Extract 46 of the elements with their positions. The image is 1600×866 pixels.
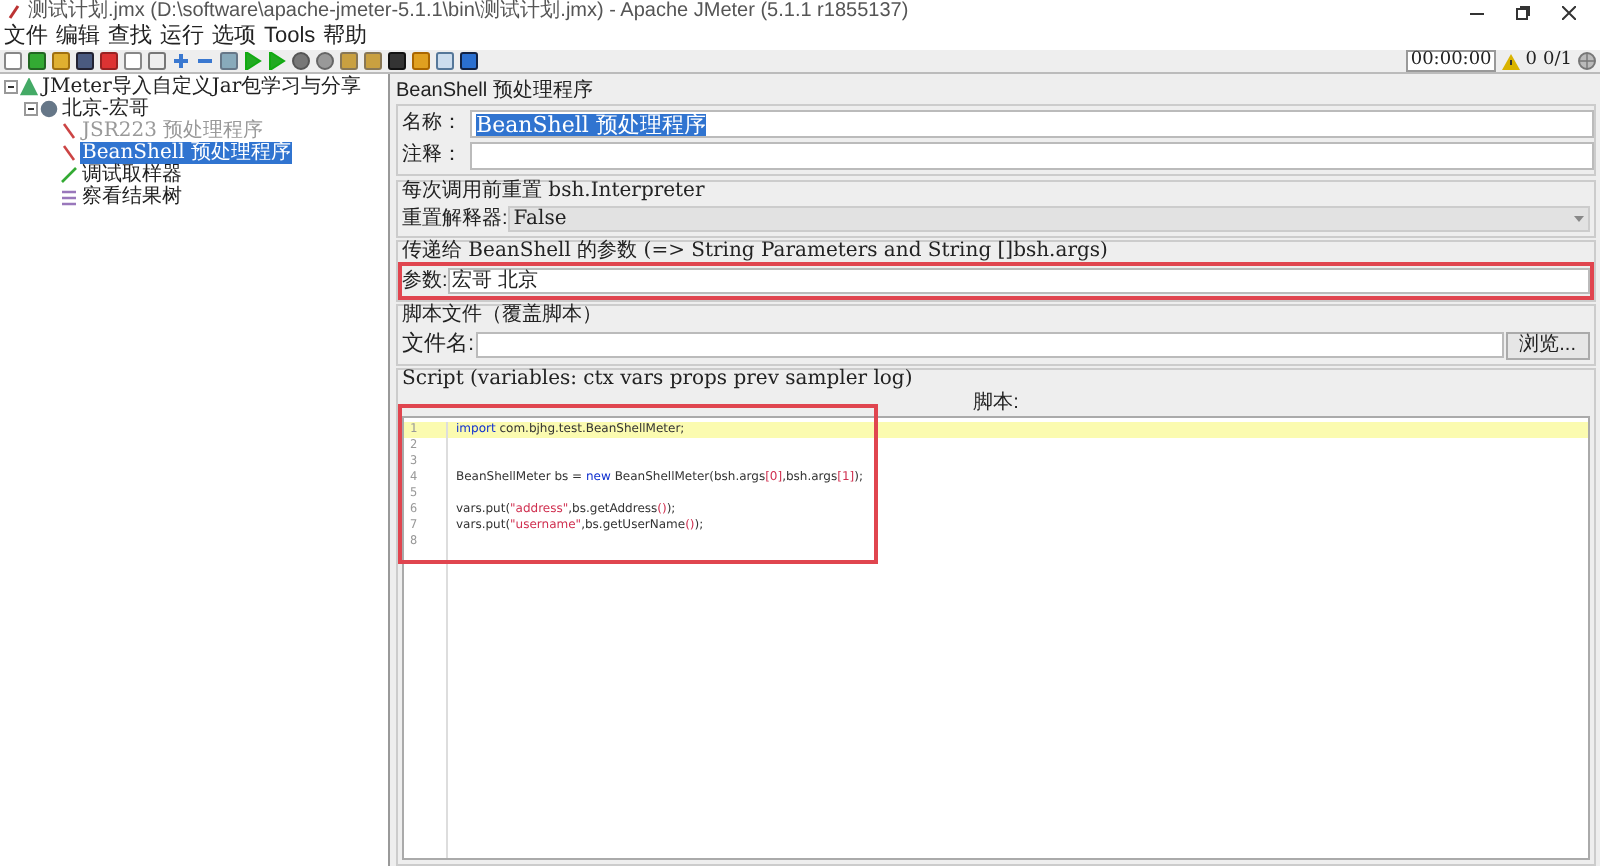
menu-item[interactable]: 运行 <box>160 26 204 48</box>
group-title: Script (variables: ctx vars props prev sampler log) <box>402 370 915 394</box>
tree-item[interactable]: 调试取样器 <box>80 164 184 186</box>
menu-item[interactable]: 帮助 <box>323 26 368 48</box>
file-name-label: 文件名: <box>402 334 475 356</box>
caret-icon <box>1574 216 1584 222</box>
file-name-field[interactable] <box>476 332 1504 358</box>
warning-count: 0 <box>1525 52 1538 70</box>
reset-label: 重置解释器: <box>402 209 508 229</box>
window-title: 测试计划.jmx (D:\software\apache-jmeter-5.1.1\bin\测试计划.jmx) - Apache JMeter (5.1.1 r1855137) <box>28 2 909 22</box>
group-title: 传递给 BeanShell 的参数 (=> String Parameters and String []bsh.args) <box>402 242 1110 266</box>
menu-item[interactable]: 查找 <box>108 26 152 48</box>
panel-title: BeanShell 预处理程序 <box>396 78 595 104</box>
warning-icon[interactable] <box>1501 53 1520 69</box>
elapsed-time-field: 00:00:00 <box>1406 50 1496 72</box>
shutdown-icon[interactable] <box>316 52 334 70</box>
collapse-icon[interactable] <box>24 102 38 116</box>
comment-field[interactable] <box>470 142 1594 170</box>
name-field[interactable]: BeanShell 预处理程序 <box>470 110 1594 138</box>
menu-item[interactable]: 编辑 <box>56 26 100 48</box>
parameters-label: 参数: <box>402 271 448 291</box>
stop-icon[interactable] <box>292 52 310 70</box>
script-label: 脚本: <box>973 394 1019 416</box>
tree-item[interactable]: 北京-宏哥 <box>60 98 151 120</box>
tree-item[interactable]: BeanShell 预处理程序 <box>80 142 293 164</box>
group-title: 脚本文件（覆盖脚本） <box>402 306 604 330</box>
reset-dropdown[interactable]: False <box>507 206 1590 232</box>
tree-item[interactable]: 察看结果树 <box>80 186 184 208</box>
parameters-field[interactable]: 宏哥 北京 <box>447 268 1590 294</box>
tree-item[interactable]: JMeter导入自定义Jar包学习与分享 <box>40 76 364 98</box>
menu-item[interactable]: Tools <box>264 26 316 48</box>
restore-icon[interactable] <box>1516 5 1530 19</box>
app-icon <box>8 4 20 20</box>
menu-item[interactable]: 选项 <box>212 26 256 48</box>
comment-label: 注释： <box>402 146 464 166</box>
menu-item[interactable]: 文件 <box>4 26 48 48</box>
group-title: 每次调用前重置 bsh.Interpreter <box>402 182 707 206</box>
collapse-icon[interactable] <box>4 80 18 94</box>
play-no-pause-icon[interactable] <box>268 52 286 70</box>
close-icon[interactable] <box>1562 5 1576 19</box>
name-label: 名称： <box>402 114 464 134</box>
play-icon[interactable] <box>244 52 262 70</box>
thread-count: 0/1 <box>1543 52 1572 70</box>
plus-icon[interactable] <box>172 52 190 70</box>
browse-button[interactable]: 浏览... <box>1505 331 1590 359</box>
globe-icon[interactable] <box>1578 52 1596 70</box>
